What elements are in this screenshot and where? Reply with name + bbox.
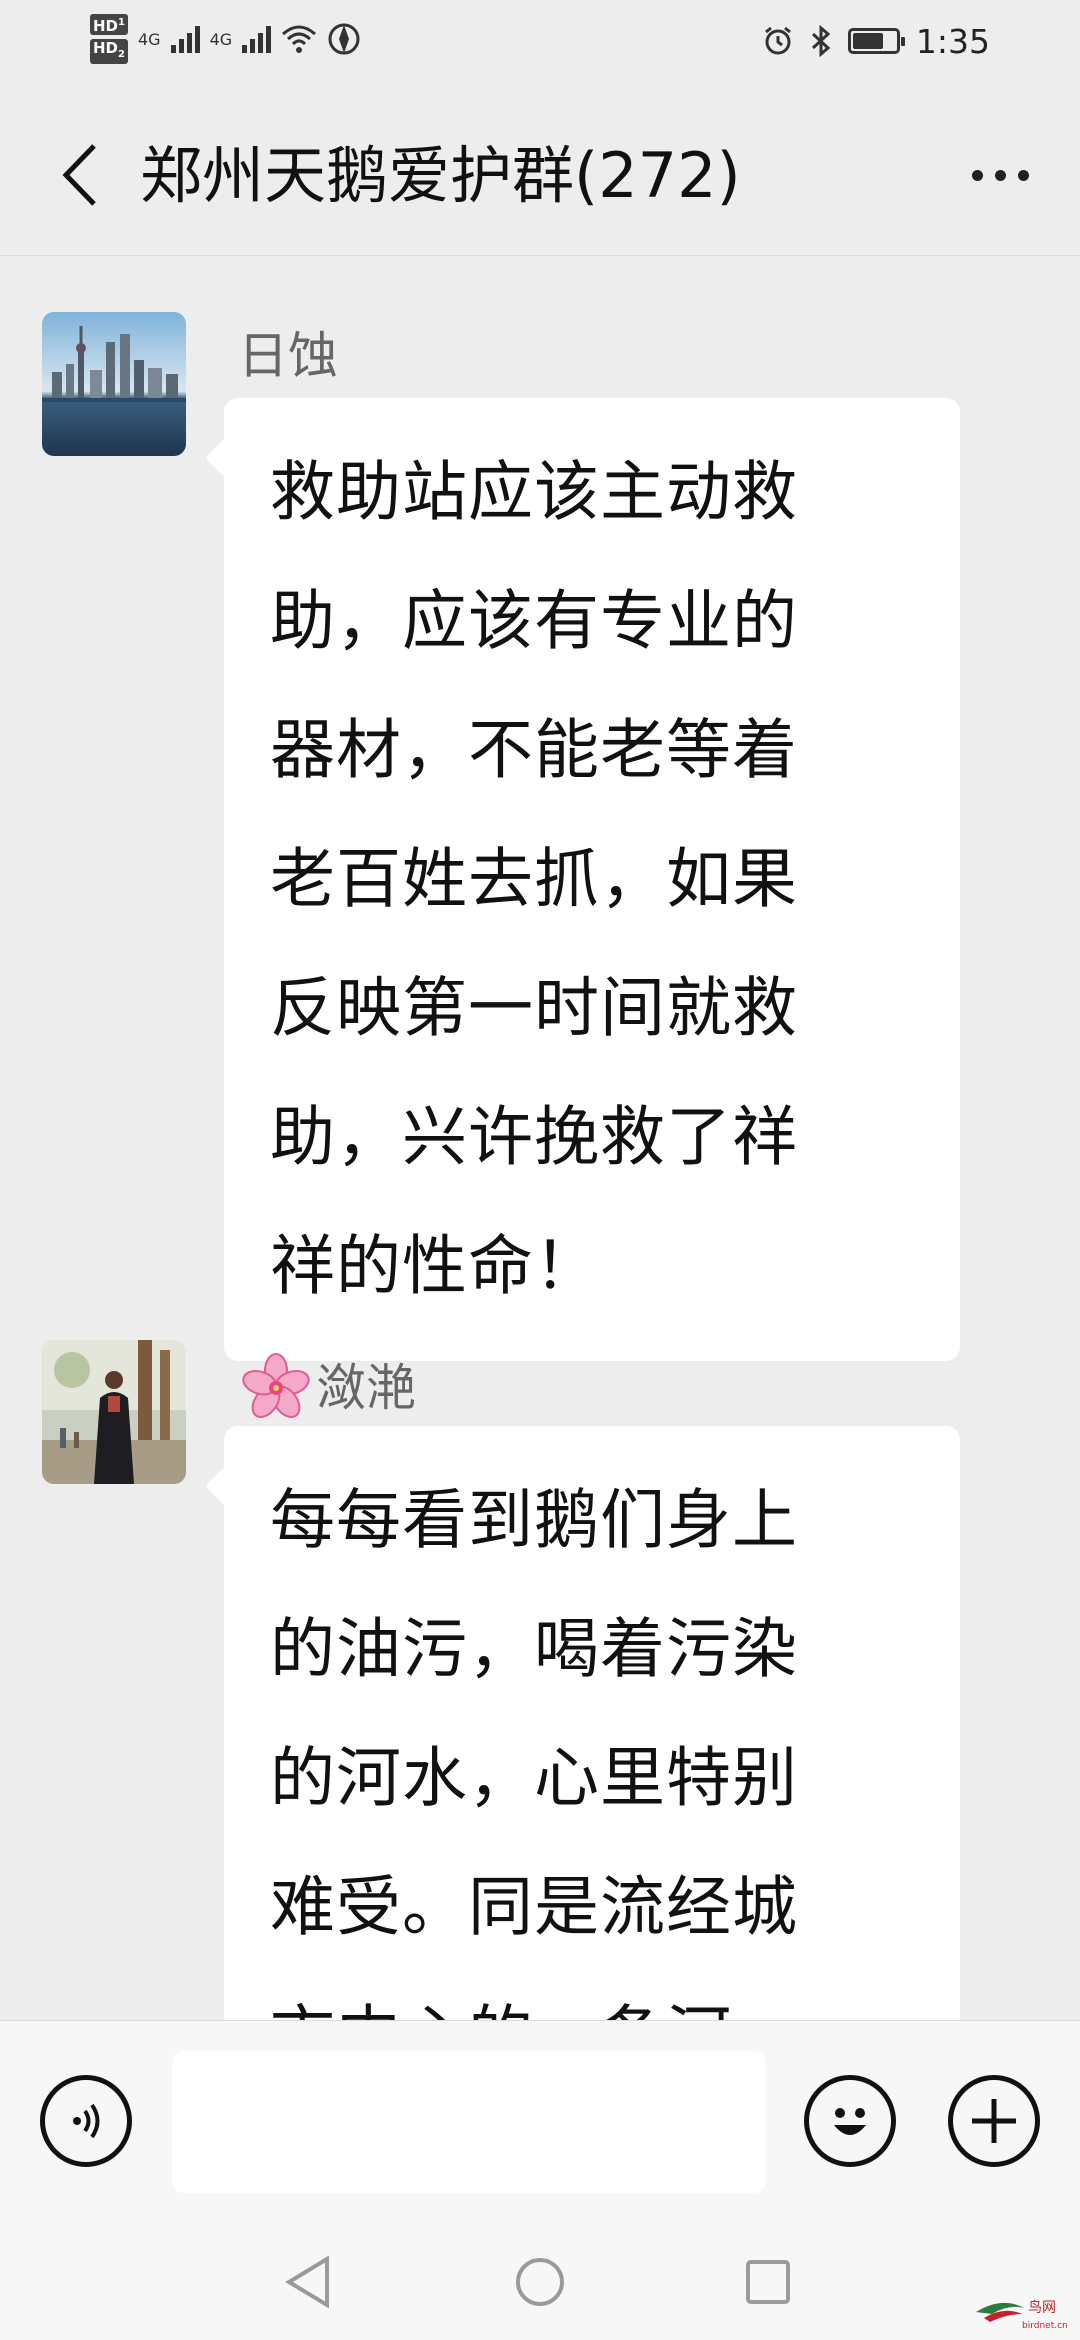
- message-list[interactable]: 日蚀 救助站应该主动救 助，应该有专业的 器材，不能老等着 老百姓去抓，如果 反…: [0, 256, 1080, 2020]
- status-time: 1:35: [915, 21, 990, 61]
- signal-icon-1: [170, 25, 200, 53]
- signal-icon-2: [242, 25, 272, 53]
- message-line: 祥的性命！: [270, 1229, 601, 1304]
- avatar-skyline-image: [42, 312, 186, 456]
- battery-fill: [852, 33, 883, 49]
- message-text: 救助站应该主动救 助，应该有专业的 器材，不能老等着 老百姓去抓，如果 反映第一…: [270, 428, 920, 1331]
- message-bubble[interactable]: 救助站应该主动救 助，应该有专业的 器材，不能老等着 老百姓去抓，如果 反映第一…: [224, 398, 960, 1361]
- sim-badges: HD1 HD2: [90, 14, 128, 64]
- emoji-button[interactable]: [804, 2075, 896, 2167]
- message-line: 难受。同是流经城: [270, 1870, 799, 1945]
- message-line: 救助站应该主动救: [270, 455, 799, 530]
- more-options-button[interactable]: [950, 135, 1050, 215]
- chat-header: 郑州天鹅爱护群(272): [0, 100, 1080, 250]
- message-line: 每每看到鹅们身上: [270, 1483, 799, 1558]
- watermark-text: 鸟网: [1028, 2300, 1056, 2316]
- message-input[interactable]: [172, 2051, 766, 2193]
- bluetooth-icon: [811, 25, 831, 57]
- chevron-left-icon: [62, 144, 96, 206]
- more-functions-button[interactable]: [948, 2075, 1040, 2167]
- dot-icon: [971, 169, 983, 181]
- message-line: 反映第一时间就救: [270, 971, 799, 1046]
- sim2-hd-badge: HD2: [90, 39, 128, 64]
- circle-home-icon: [516, 2258, 564, 2306]
- sender-name: 日蚀: [238, 327, 338, 385]
- avatar[interactable]: [42, 312, 186, 456]
- message-line: 助，应该有专业的: [270, 584, 799, 659]
- message-line: 市中心的一条河: [270, 1972, 920, 2020]
- voice-icon: [73, 2103, 100, 2139]
- sim1-hd-badge: HD1: [90, 14, 128, 35]
- battery-icon: [847, 28, 905, 54]
- plus-icon: [972, 2099, 1016, 2143]
- dot-icon: [994, 169, 1006, 181]
- nav-recents-button[interactable]: [728, 2242, 808, 2322]
- back-button[interactable]: [40, 135, 120, 215]
- square-recents-icon: [746, 2260, 790, 2304]
- cherry-blossom-icon: [242, 1353, 310, 1418]
- bird-logo-icon: 鸟网 birdnet.cn: [976, 2300, 1068, 2331]
- smiley-icon: [834, 2108, 866, 2135]
- alarm-icon: [764, 26, 791, 55]
- sender-name: 潋滟: [316, 1359, 416, 1417]
- watermark-subtext: birdnet.cn: [1022, 2321, 1068, 2331]
- avatar[interactable]: [42, 1340, 186, 1484]
- sender-name-row: 🌸 潋滟: [238, 1350, 416, 1426]
- wifi-icon: [282, 25, 317, 53]
- triangle-back-icon: [285, 2255, 329, 2309]
- hotspot-icon: [328, 23, 360, 55]
- dot-icon: [1017, 169, 1029, 181]
- input-bar: [0, 2020, 1080, 2221]
- message-text: 每每看到鹅们身上 的油污，喝着污染 的河水，心里特别 难受。同是流经城 市中心的…: [270, 1456, 920, 2020]
- chat-screen: HD1 HD2 4G 4G 1:35 郑州天鹅爱护群(272) 日蚀 救助站应该…: [0, 0, 1080, 2340]
- avatar-portrait-image: [42, 1340, 186, 1484]
- message-line: 器材，不能老等着: [270, 713, 799, 788]
- network-label-1: 4G: [137, 29, 161, 49]
- voice-button[interactable]: [40, 2075, 132, 2167]
- nav-back-button[interactable]: [268, 2242, 348, 2322]
- page-title: 郑州天鹅爱护群(272): [140, 139, 741, 212]
- message-line: 助，兴许挽救了祥: [270, 1100, 799, 1175]
- message-bubble[interactable]: 每每看到鹅们身上 的油污，喝着污染 的河水，心里特别 难受。同是流经城 市中心的…: [224, 1426, 960, 2020]
- watermark-logo: 鸟网 birdnet.cn: [972, 2290, 1072, 2334]
- message-line: 的河水，心里特别: [270, 1741, 799, 1816]
- network-label-2: 4G: [209, 29, 233, 49]
- status-bar: HD1 HD2 4G 4G 1:35: [0, 0, 1080, 80]
- nav-home-button[interactable]: [500, 2242, 580, 2322]
- message-line: 老百姓去抓，如果: [270, 842, 799, 917]
- system-nav-bar: [0, 2220, 1080, 2340]
- status-right: 1:35: [762, 18, 990, 64]
- message-line: 的油污，喝着污染: [270, 1612, 799, 1687]
- status-left: HD1 HD2 4G 4G: [90, 14, 361, 64]
